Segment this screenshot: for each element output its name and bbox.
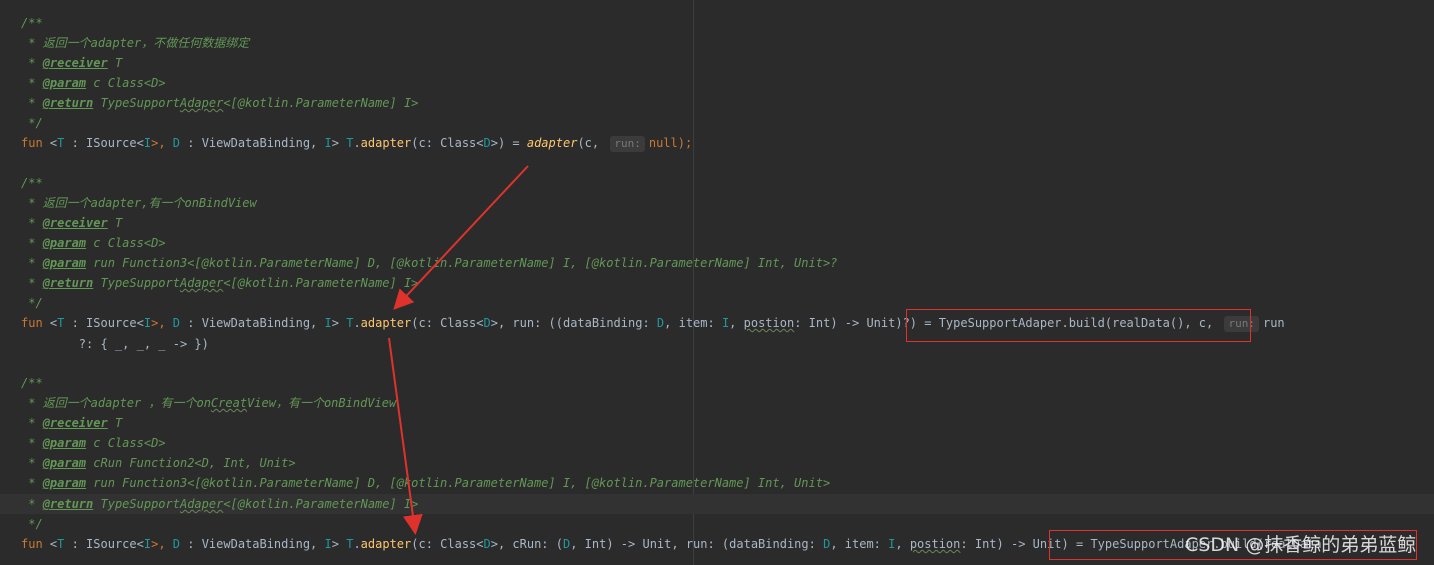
code-editor[interactable]: /** * 返回一个adapter，不做任何数据绑定 * @receiver T…: [0, 0, 1434, 565]
watermark-text: CSDN @抹香鲸的弟弟蓝鲸: [1185, 534, 1417, 556]
annotation-arrows: [388, 165, 529, 535]
arrow-to-adapter-2: [393, 165, 529, 310]
arrow-to-adapter-3: [388, 337, 423, 535]
